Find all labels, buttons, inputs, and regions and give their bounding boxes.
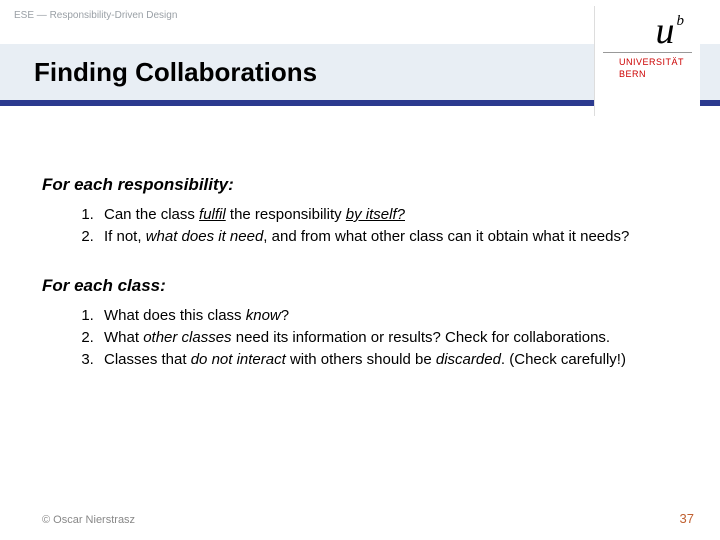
logo-line1: UNIVERSITÄT — [619, 57, 684, 67]
section-heading-1: For each responsibility: — [42, 175, 680, 195]
logo-mark: ub — [603, 12, 692, 50]
logo-b-glyph: b — [677, 13, 685, 29]
emphasis: do not interact — [191, 351, 286, 368]
logo-line2: BERN — [619, 69, 646, 79]
text: What does this class — [104, 307, 246, 324]
emphasis: what does it need — [146, 228, 264, 245]
list-item: Can the class fulfil the responsibility … — [98, 205, 680, 225]
content-body: For each responsibility: Can the class f… — [42, 175, 680, 398]
logo-u-glyph: u — [656, 10, 675, 52]
list-1: Can the class fulfil the responsibility … — [42, 205, 680, 248]
text: , and from what other class can it obtai… — [263, 228, 629, 245]
page-title: Finding Collaborations — [34, 57, 317, 88]
text: What — [104, 329, 143, 346]
text: with others should be — [286, 351, 436, 368]
logo-rule — [603, 52, 692, 53]
text: need its information or results? Check f… — [232, 329, 611, 346]
emphasis: know — [246, 307, 281, 324]
course-label: ESE — Responsibility-Driven Design — [14, 10, 177, 21]
emphasis: by itself? — [346, 206, 405, 223]
emphasis: discarded — [436, 351, 501, 368]
list-item: Classes that do not interact with others… — [98, 350, 680, 370]
emphasis: fulfil — [199, 206, 226, 223]
slide: ESE — Responsibility-Driven Design Findi… — [0, 0, 720, 540]
text: the responsibility — [226, 206, 346, 223]
section-heading-2: For each class: — [42, 276, 680, 296]
text: Classes that — [104, 351, 191, 368]
text: Can the class — [104, 206, 199, 223]
list-item: What other classes need its information … — [98, 328, 680, 348]
page-number: 37 — [680, 511, 694, 526]
emphasis: other classes — [143, 329, 231, 346]
footer-copyright: © Oscar Nierstrasz — [42, 514, 135, 526]
text: If not, — [104, 228, 146, 245]
list-item: What does this class know? — [98, 306, 680, 326]
list-item: If not, what does it need, and from what… — [98, 227, 680, 247]
text: ? — [281, 307, 289, 324]
university-logo: ub UNIVERSITÄT BERN — [595, 6, 700, 116]
logo-text: UNIVERSITÄT BERN — [603, 57, 692, 80]
text: . (Check carefully!) — [501, 351, 626, 368]
list-2: What does this class know? What other cl… — [42, 306, 680, 371]
